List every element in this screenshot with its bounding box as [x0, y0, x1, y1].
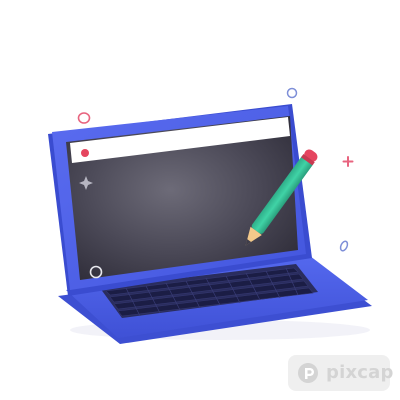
plus-icon-right	[342, 156, 354, 167]
ring-icon-top	[286, 87, 298, 99]
pixcap-watermark: pixcap	[288, 355, 393, 391]
ring-icon-top-left	[77, 112, 91, 124]
drop-icon-right	[339, 240, 349, 252]
pixcap-logo-icon	[298, 363, 318, 383]
laptop-illustration	[48, 87, 372, 344]
watermark-text: pixcap	[326, 362, 394, 383]
canvas: pixcap	[0, 0, 400, 400]
record-dot	[81, 149, 89, 157]
